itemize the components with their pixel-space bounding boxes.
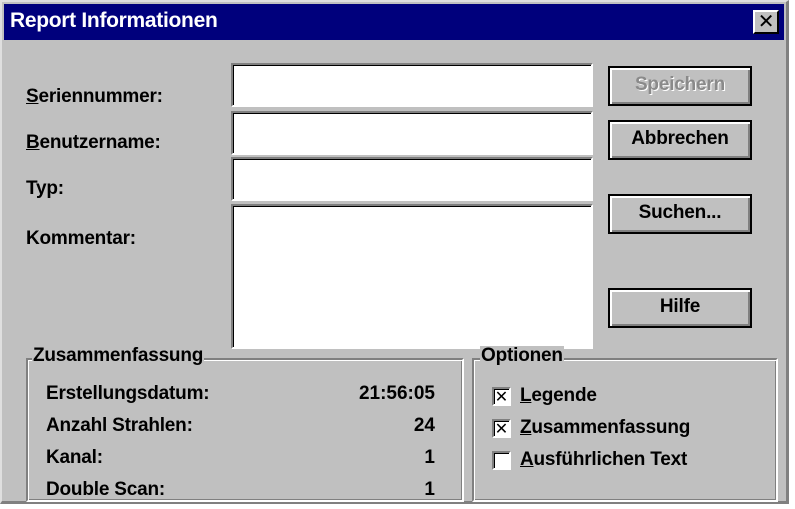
summary-label-anzahl-strahlen: Anzahl Strahlen: (46, 415, 193, 436)
legende-checkbox[interactable]: ✕ (492, 387, 511, 406)
summary-label-erstellungsdatum: Erstellungsdatum: (46, 383, 210, 404)
seriennummer-label: Seriennummer: (26, 86, 163, 107)
summary-label-double-scan: Double Scan: (46, 479, 166, 500)
zusammenfassung-checkbox[interactable]: ✕ (492, 419, 511, 438)
summary-label-kanal: Kanal: (46, 447, 103, 468)
seriennummer-input[interactable] (231, 63, 593, 107)
summary-value-double-scan: 1 (424, 479, 435, 500)
speichern-button[interactable]: Speichern (608, 66, 752, 106)
legende-label[interactable]: Legende (520, 385, 597, 407)
ausfuehrlichen-text-label[interactable]: Ausführlichen Text (520, 449, 687, 471)
zusammenfassung-label[interactable]: Zusammenfassung (520, 417, 690, 439)
kommentar-textarea[interactable] (231, 204, 593, 349)
kommentar-label: Kommentar: (26, 228, 136, 249)
title-bar[interactable]: Report Informationen ✕ (4, 4, 784, 40)
options-title: Optionen (480, 345, 564, 366)
summary-value-anzahl-strahlen: 24 (413, 415, 435, 436)
report-dialog: Report Informationen ✕ Seriennummer: Ben… (0, 0, 789, 504)
typ-input[interactable] (231, 157, 593, 201)
close-button[interactable]: ✕ (753, 10, 779, 34)
typ-label: Typ: (26, 178, 64, 199)
benutzername-label: Benutzername: (26, 132, 161, 153)
suchen-button[interactable]: Suchen... (608, 194, 752, 234)
summary-value-kanal: 1 (424, 447, 435, 468)
abbrechen-button[interactable]: Abbrechen (608, 120, 752, 160)
ausfuehrlichen-text-checkbox[interactable] (492, 451, 511, 470)
summary-value-erstellungsdatum: 21:56:05 (358, 383, 435, 404)
benutzername-input[interactable] (231, 111, 593, 155)
hilfe-button[interactable]: Hilfe (608, 288, 752, 328)
dialog-title: Report Informationen (10, 9, 218, 32)
summary-title: Zusammenfassung (32, 345, 205, 366)
close-icon: ✕ (757, 9, 775, 33)
